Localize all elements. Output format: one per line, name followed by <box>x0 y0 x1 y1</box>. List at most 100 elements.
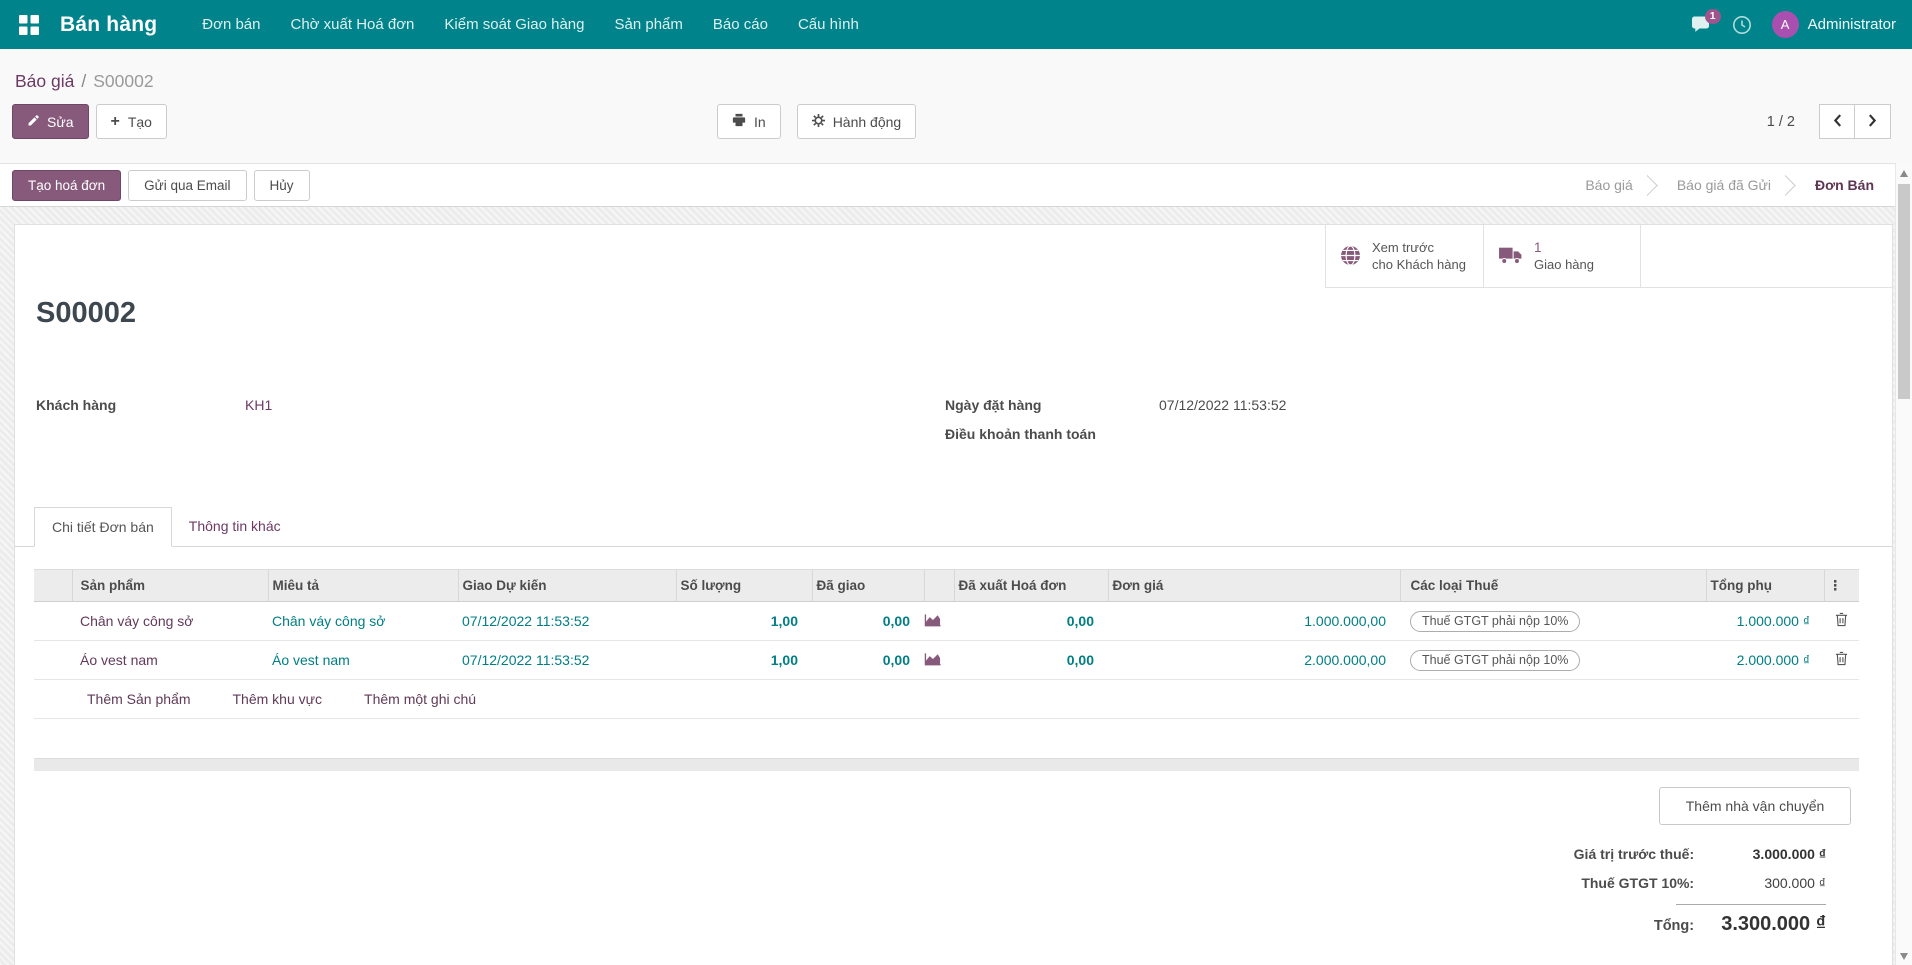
step-sales-order[interactable]: Đơn Bán <box>1801 177 1888 193</box>
totals-section: Thêm nhà vận chuyển Giá trị trước thuế: … <box>1421 787 1851 942</box>
col-delivered[interactable]: Đã giao <box>811 569 924 602</box>
delivery-smart-button[interactable]: 1 Giao hàng <box>1483 225 1641 288</box>
gear-icon <box>811 113 825 130</box>
untaxed-amount-label: Giá trị trước thuế: <box>1573 846 1695 862</box>
add-shipping-button[interactable]: Thêm nhà vận chuyển <box>1659 787 1851 825</box>
col-forecast-icon <box>923 569 954 602</box>
delivery-count: 1 <box>1534 240 1542 256</box>
navbar-right: 1 A Administrator <box>1691 8 1912 38</box>
col-description[interactable]: Miêu tả <box>267 569 458 602</box>
cancel-button[interactable]: Hủy <box>253 169 310 201</box>
action-button[interactable]: Hành động <box>796 104 917 139</box>
delete-line-icon[interactable] <box>1824 601 1859 641</box>
menu-products[interactable]: Sản phẩm <box>600 0 698 49</box>
tax-amount-value: 300.000 ₫ <box>1764 875 1826 891</box>
cell-quantity: 1,00 <box>676 640 812 680</box>
scroll-down-arrow-icon[interactable] <box>1900 953 1908 960</box>
optional-columns-toggle[interactable]: ⋮ <box>1823 569 1859 602</box>
row-handle[interactable] <box>34 601 72 641</box>
form-sheet: Xem trước cho Khách hàng 1 Giao hàng S0000… <box>14 224 1893 965</box>
order-date-value: 07/12/2022 11:53:52 <box>1159 397 1287 413</box>
user-name: Administrator <box>1807 16 1896 33</box>
tab-order-details[interactable]: Chi tiết Đơn bán <box>34 507 172 547</box>
menu-delivery-control[interactable]: Kiểm soát Giao hàng <box>429 0 599 49</box>
field-customer: Khách hàng KH1 <box>36 397 272 413</box>
step-quotation[interactable]: Báo giá <box>1571 177 1646 193</box>
cell-description: Chân váy công sở <box>268 601 458 641</box>
cell-expected-delivery: 07/12/2022 11:53:52 <box>458 640 676 680</box>
col-product[interactable]: Sản phẩm <box>71 569 268 602</box>
table-header-row: Sản phẩm Miêu tả Giao Dự kiến Số lượng Đ… <box>34 569 1859 602</box>
order-line-row[interactable]: Chân váy công sở Chân váy công sở 07/12/… <box>34 601 1859 641</box>
step-quotation-sent[interactable]: Báo giá đã Gửi <box>1663 177 1785 193</box>
grand-total-row: Tổng: 3.300.000 ₫ <box>1421 908 1851 942</box>
user-avatar: A <box>1771 11 1799 38</box>
app-name[interactable]: Bán hàng <box>60 13 157 37</box>
notebook-tabs: Chi tiết Đơn bán Thông tin khác <box>15 507 1892 547</box>
col-quantity[interactable]: Số lượng <box>675 569 812 602</box>
odoo-sales-screen: Bán hàng Đơn bán Chờ xuất Hoá đơn Kiểm s… <box>0 0 1912 965</box>
col-subtotal[interactable]: Tổng phụ <box>1705 569 1824 602</box>
delete-line-icon[interactable] <box>1824 640 1859 680</box>
customer-value[interactable]: KH1 <box>245 397 272 413</box>
cell-description: Áo vest nam <box>268 640 458 680</box>
add-note-link[interactable]: Thêm một ghi chú <box>364 691 476 707</box>
order-title: S00002 <box>36 297 136 329</box>
order-line-row[interactable]: Áo vest nam Áo vest nam 07/12/2022 11:53… <box>34 640 1859 680</box>
col-invoiced[interactable]: Đã xuất Hoá đơn <box>953 569 1108 602</box>
add-section-link[interactable]: Thêm khu vực <box>233 691 323 707</box>
top-navbar: Bán hàng Đơn bán Chờ xuất Hoá đơn Kiểm s… <box>0 0 1912 49</box>
apps-grid-icon[interactable] <box>16 12 42 38</box>
breadcrumb-parent[interactable]: Báo giá <box>15 71 74 91</box>
cell-product[interactable]: Chân váy công sở <box>72 601 268 641</box>
grand-total-label: Tổng: <box>1653 918 1695 934</box>
user-menu[interactable]: A Administrator <box>1771 11 1896 38</box>
edit-button[interactable]: Sửa <box>12 104 89 139</box>
scroll-up-arrow-icon[interactable] <box>1900 170 1908 177</box>
menu-to-invoice[interactable]: Chờ xuất Hoá đơn <box>276 0 430 49</box>
add-product-link[interactable]: Thêm Sản phẩm <box>87 691 191 707</box>
tax-tag: Thuế GTGT phải nộp 10% <box>1410 610 1581 632</box>
customer-label: Khách hàng <box>36 397 117 413</box>
add-line-links: Thêm Sản phẩm Thêm khu vực Thêm một ghi … <box>34 680 1859 719</box>
create-button[interactable]: + Tạo <box>95 104 167 139</box>
menu-configuration[interactable]: Cấu hình <box>783 0 874 49</box>
chevron-right-icon <box>1868 113 1877 130</box>
payment-terms-label: Điều khoản thanh toán <box>945 426 1096 442</box>
tax-amount-label: Thuế GTGT 10%: <box>1581 875 1695 891</box>
order-lines-table: Sản phẩm Miêu tả Giao Dự kiến Số lượng Đ… <box>34 569 1859 680</box>
cell-unit-price: 2.000.000,00 <box>1108 640 1400 680</box>
pencil-icon <box>27 114 39 130</box>
pager-next-button[interactable] <box>1855 104 1891 139</box>
menu-orders[interactable]: Đơn bán <box>187 0 275 49</box>
record-buttons: Sửa + Tạo <box>12 104 167 139</box>
pager-value: 1 / 2 <box>1766 113 1795 130</box>
col-unit-price[interactable]: Đơn giá <box>1107 569 1400 602</box>
col-expected-delivery[interactable]: Giao Dự kiến <box>457 569 676 602</box>
pager-previous-button[interactable] <box>1819 104 1855 139</box>
vertical-scrollbar[interactable] <box>1895 163 1912 965</box>
row-handle[interactable] <box>34 640 72 680</box>
messages-badge: 1 <box>1704 8 1721 24</box>
menu-reporting[interactable]: Báo cáo <box>698 0 783 49</box>
preview-label-line2: cho Khách hàng <box>1372 256 1466 272</box>
print-button[interactable]: In <box>717 104 781 139</box>
tab-other-info[interactable]: Thông tin khác <box>172 506 298 546</box>
cell-quantity: 1,00 <box>676 601 812 641</box>
forecast-chart-icon[interactable] <box>924 601 954 641</box>
send-email-button[interactable]: Gửi qua Email <box>128 169 247 201</box>
cell-product[interactable]: Áo vest nam <box>72 640 268 680</box>
cell-delivered: 0,00 <box>812 640 924 680</box>
cell-invoiced: 0,00 <box>954 640 1108 680</box>
activities-clock-icon[interactable] <box>1732 15 1752 35</box>
create-invoice-button[interactable]: Tạo hoá đơn <box>12 169 122 201</box>
messages-icon[interactable]: 1 <box>1691 8 1721 34</box>
customer-preview-button[interactable]: Xem trước cho Khách hàng <box>1325 225 1483 288</box>
cell-subtotal: 2.000.000 ₫ <box>1706 640 1824 680</box>
control-panel: Báo giá / S00002 Sửa + Tạo In Hành động 1 … <box>0 49 1912 163</box>
scrollbar-thumb[interactable] <box>1898 184 1910 399</box>
field-payment-terms: Điều khoản thanh toán <box>945 426 1286 442</box>
forecast-chart-icon[interactable] <box>924 640 954 680</box>
col-taxes[interactable]: Các loại Thuế <box>1399 569 1706 602</box>
untaxed-amount-value: 3.000.000 ₫ <box>1752 846 1826 862</box>
